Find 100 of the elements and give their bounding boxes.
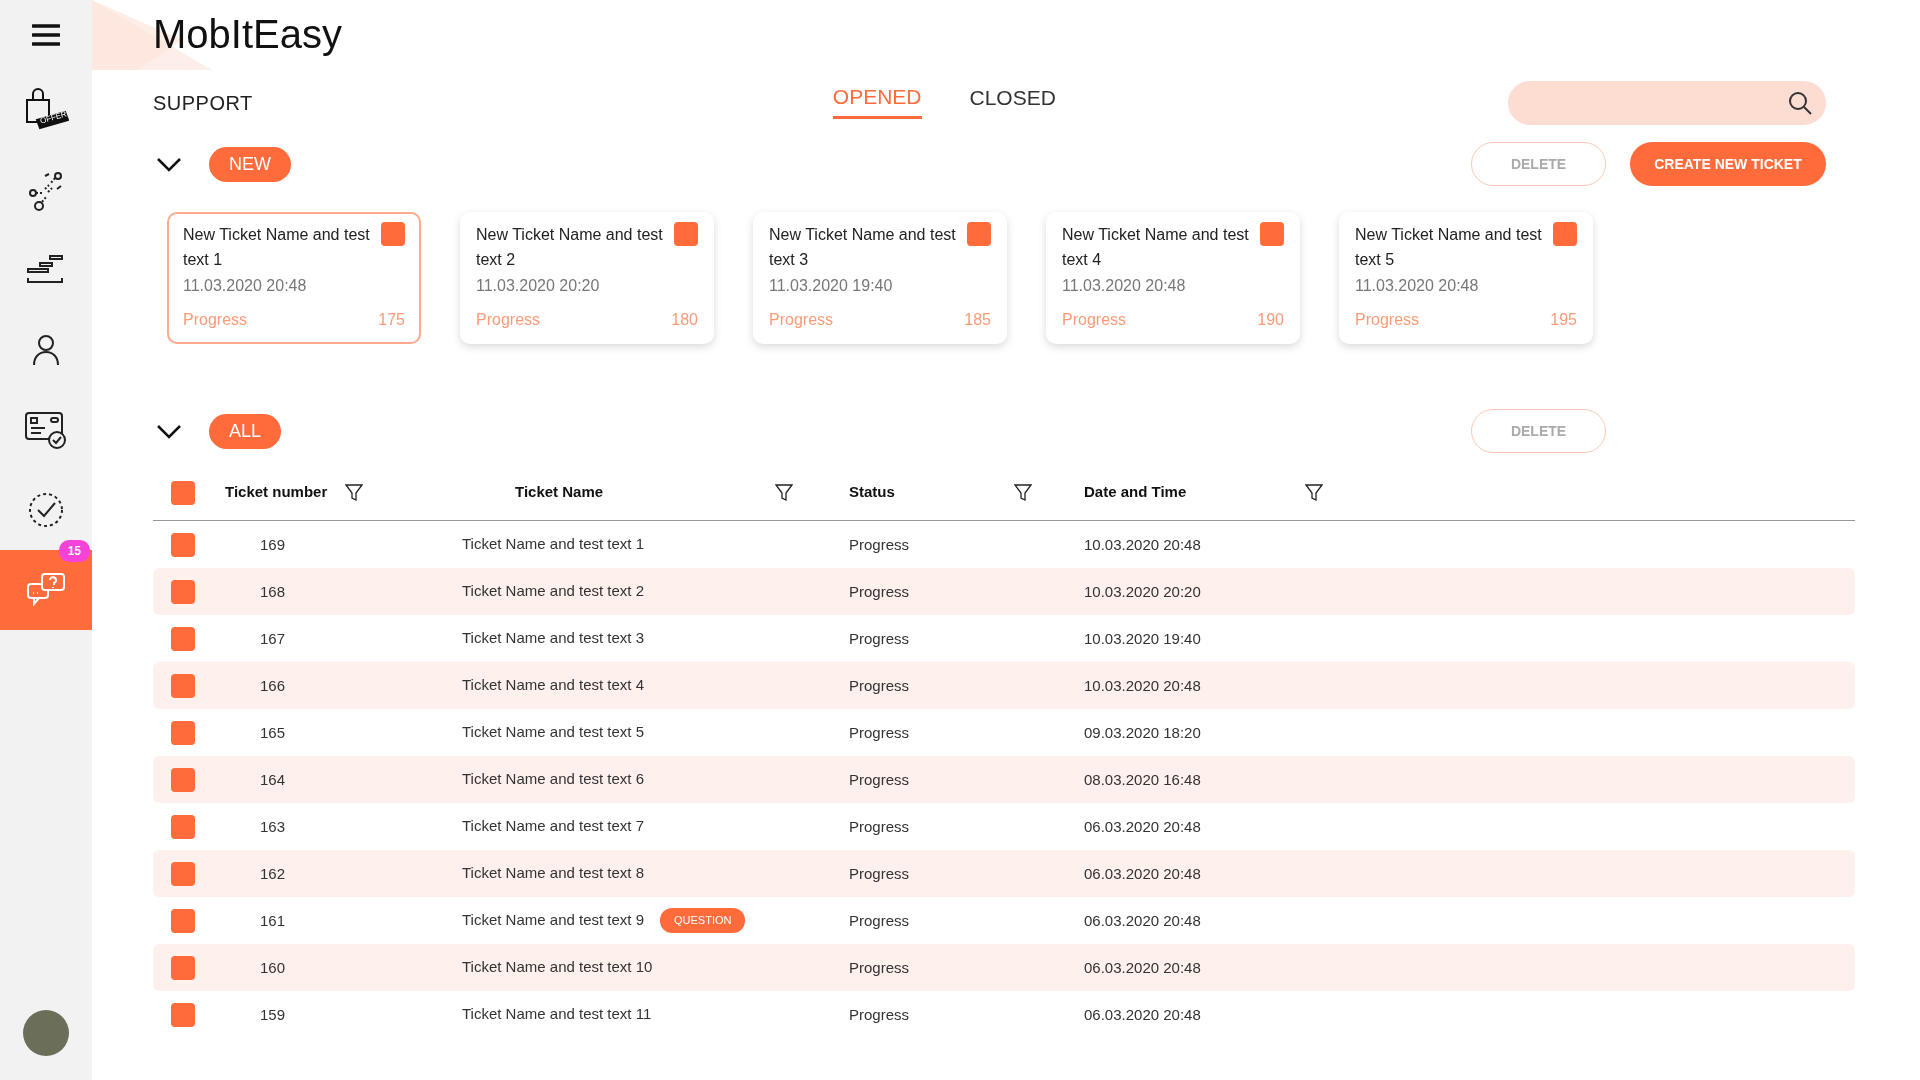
- ticket-title: New Ticket Name and test text 3: [769, 225, 957, 270]
- column-header: Status: [849, 482, 895, 503]
- column-header: Ticket Name: [515, 482, 604, 503]
- checkbox[interactable]: [1260, 222, 1284, 246]
- ticket-name: Ticket Name and test text 9: [462, 910, 645, 931]
- ticket-status: Progress: [849, 911, 910, 929]
- filter-icon[interactable]: [775, 483, 793, 502]
- ticket-status: Progress: [849, 770, 910, 788]
- checkbox[interactable]: [171, 908, 195, 933]
- ticket-card[interactable]: New Ticket Name and test text 2 11.03.2020 20:20 Progress 180: [460, 212, 714, 344]
- ticket-number: 195: [1550, 310, 1577, 330]
- avatar[interactable]: [23, 1010, 69, 1056]
- ticket-number: 169: [260, 535, 286, 553]
- ticket-date: 11.03.2020 20:48: [1062, 276, 1187, 296]
- page-title: SUPPORT: [153, 91, 253, 116]
- ticket-date: 10.03.2020 19:40: [1084, 629, 1201, 647]
- ticket-status: Progress: [476, 310, 541, 330]
- checkbox[interactable]: [381, 222, 405, 246]
- ticket-card[interactable]: New Ticket Name and test text 3 11.03.2020 19:40 Progress 185: [753, 212, 1007, 344]
- filter-icon[interactable]: [1014, 483, 1032, 502]
- ticket-status: Progress: [849, 1005, 910, 1023]
- checkbox[interactable]: [171, 673, 195, 698]
- ticket-number: 166: [260, 676, 286, 694]
- ticket-date: 10.03.2020 20:48: [1084, 676, 1201, 694]
- ticket-title: New Ticket Name and test text 1: [183, 225, 371, 270]
- ticket-card[interactable]: New Ticket Name and test text 4 11.03.2020 20:48 Progress 190: [1046, 212, 1300, 344]
- ticket-number: 175: [378, 310, 405, 330]
- checkbox[interactable]: [171, 579, 195, 604]
- ticket-date: 11.03.2020 20:48: [183, 276, 308, 296]
- ticket-date: 11.03.2020 20:20: [476, 276, 601, 296]
- checkbox[interactable]: [967, 222, 991, 246]
- checkbox[interactable]: [171, 767, 195, 792]
- ticket-name: Ticket Name and test text 2: [462, 581, 645, 602]
- checkbox[interactable]: [171, 955, 195, 980]
- checkbox[interactable]: [171, 814, 195, 839]
- ticket-number: 190: [1257, 310, 1284, 330]
- checkbox[interactable]: [674, 222, 698, 246]
- ticket-status: Progress: [849, 535, 910, 553]
- ticket-date: 09.03.2020 18:20: [1084, 723, 1201, 741]
- ticket-number: 164: [260, 770, 286, 788]
- notification-badge: 15: [58, 540, 90, 562]
- ticket-name: Ticket Name and test text 11: [462, 1004, 652, 1025]
- ticket-title: New Ticket Name and test text 5: [1355, 225, 1543, 270]
- ticket-name: Ticket Name and test text 8: [462, 863, 645, 884]
- checkbox[interactable]: [171, 861, 195, 886]
- ticket-name: Ticket Name and test text 6: [462, 769, 645, 790]
- ticket-name: Ticket Name and test text 1: [462, 534, 645, 555]
- ticket-date: 11.03.2020 19:40: [769, 276, 894, 296]
- ticket-date: 10.03.2020 20:48: [1084, 535, 1201, 553]
- checkbox[interactable]: [171, 532, 195, 557]
- ticket-number: 160: [260, 958, 286, 976]
- person-icon: [32, 334, 60, 366]
- ticket-date: 08.03.2020 16:48: [1084, 770, 1201, 788]
- ticket-name: Ticket Name and test text 4: [462, 675, 645, 696]
- checkbox[interactable]: [171, 720, 195, 745]
- ticket-number: 162: [260, 864, 286, 882]
- checkbox[interactable]: [171, 626, 195, 651]
- ticket-status: Progress: [849, 676, 910, 694]
- ticket-number: 167: [260, 629, 286, 647]
- ticket-number: 161: [260, 911, 286, 929]
- tab[interactable]: CLOSED: [969, 80, 1056, 120]
- ticket-status: Progress: [849, 817, 910, 835]
- dashed-check-icon: [27, 491, 65, 529]
- ticket-number: 159: [260, 1005, 286, 1023]
- section-label: ALL: [209, 413, 282, 449]
- filter-icon[interactable]: [345, 483, 363, 502]
- search-field[interactable]: [1508, 81, 1826, 125]
- ticket-number: 168: [260, 582, 286, 600]
- ticket-status: Progress: [849, 958, 910, 976]
- checkbox[interactable]: [1553, 222, 1577, 246]
- ticket-card[interactable]: New Ticket Name and test text 1 11.03.2020 20:48 Progress 175: [167, 212, 421, 344]
- select-all-checkbox[interactable]: [171, 480, 195, 505]
- ticket-status: Progress: [183, 310, 248, 330]
- ticket-date: 06.03.2020 20:48: [1084, 817, 1201, 835]
- checkbox[interactable]: [171, 1002, 195, 1027]
- search-icon[interactable]: [1788, 91, 1812, 115]
- ticket-name: Ticket Name and test text 7: [462, 816, 645, 837]
- steps-icon: [26, 254, 66, 286]
- ticket-status: Progress: [849, 864, 910, 882]
- ticket-name: Ticket Name and test text 10: [462, 957, 653, 978]
- column-header: Date and Time: [1084, 482, 1187, 503]
- sidebar-item[interactable]: OFFER: [0, 70, 92, 150]
- menu-icon: [32, 24, 60, 46]
- filter-icon[interactable]: [1305, 483, 1323, 502]
- ticket-date: 10.03.2020 20:20: [1084, 582, 1201, 600]
- ticket-number: 165: [260, 723, 286, 741]
- ticket-status: Progress: [849, 723, 910, 741]
- ticket-name: Ticket Name and test text 3: [462, 628, 645, 649]
- ticket-name: Ticket Name and test text 5: [462, 722, 645, 743]
- ticket-number: 185: [964, 310, 991, 330]
- ticket-title: New Ticket Name and test text 4: [1062, 225, 1250, 270]
- ticket-number: 163: [260, 817, 286, 835]
- ticket-status: Progress: [769, 310, 834, 330]
- ticket-status: Progress: [1062, 310, 1127, 330]
- ticket-date: 06.03.2020 20:48: [1084, 911, 1201, 929]
- ticket-date: 06.03.2020 20:48: [1084, 958, 1201, 976]
- ticket-status: Progress: [1355, 310, 1420, 330]
- ticket-card[interactable]: New Ticket Name and test text 5 11.03.2020 20:48 Progress 195: [1339, 212, 1593, 344]
- ticket-title: New Ticket Name and test text 2: [476, 225, 664, 270]
- section-label: NEW: [209, 146, 291, 182]
